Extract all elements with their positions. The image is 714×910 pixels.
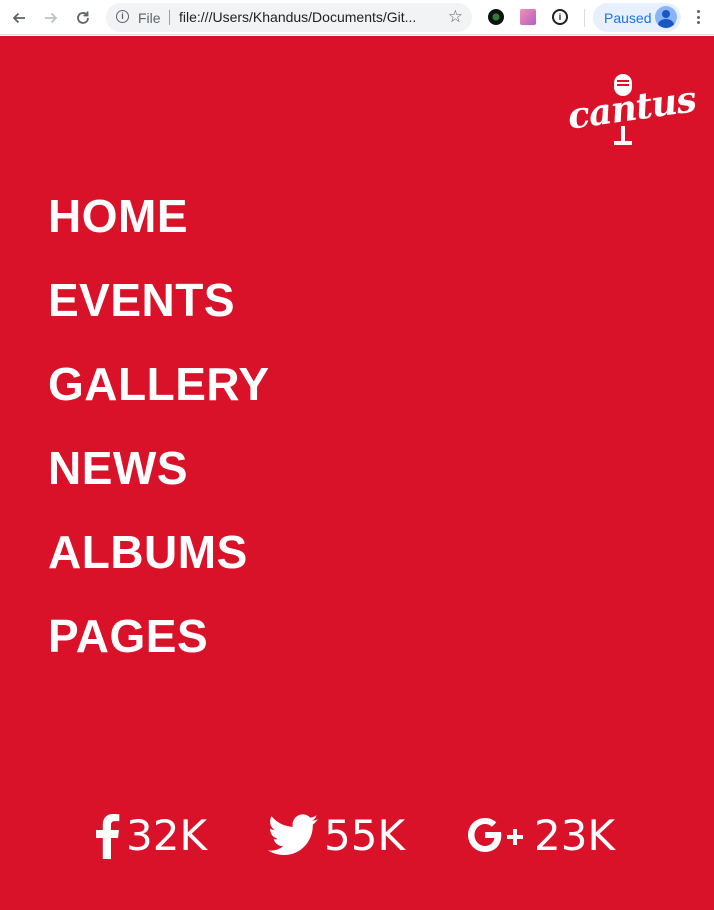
google-plus-icon	[468, 818, 523, 852]
logo-text: cantus	[565, 78, 699, 138]
menu-item-gallery[interactable]: GALLERY	[48, 356, 270, 440]
twitter-count: 55K	[324, 810, 405, 860]
address-bar[interactable]: i File file:///Users/Khandus/Documents/G…	[106, 3, 472, 32]
profile-status-label: Paused	[604, 10, 652, 26]
extension-camera-icon[interactable]	[488, 9, 504, 25]
menu-item-pages[interactable]: PAGES	[48, 608, 270, 692]
extension-info-icon[interactable]: i	[552, 9, 568, 25]
url-scheme-label: File	[138, 10, 161, 26]
omnibox-divider	[169, 10, 170, 25]
google-plus-link[interactable]: 23K	[466, 808, 615, 862]
back-arrow-icon[interactable]	[8, 7, 30, 29]
more-vert-icon[interactable]	[692, 7, 704, 27]
main-menu: HOME EVENTS GALLERY NEWS ALBUMS PAGES	[48, 188, 270, 692]
star-icon[interactable]: ☆	[448, 7, 463, 27]
browser-toolbar: i File file:///Users/Khandus/Documents/G…	[0, 0, 714, 35]
profile-paused-button[interactable]: Paused	[593, 3, 681, 32]
site-menu-panel: cantus HOME EVENTS GALLERY NEWS ALBUMS P…	[0, 36, 714, 910]
extension-gradient-icon[interactable]	[520, 9, 536, 25]
url-text[interactable]: file:///Users/Khandus/Documents/Git...	[179, 9, 416, 25]
avatar-icon	[655, 6, 677, 28]
forward-arrow-icon[interactable]	[40, 7, 62, 29]
facebook-count: 32K	[126, 810, 207, 860]
menu-item-news[interactable]: NEWS	[48, 440, 270, 524]
info-icon[interactable]: i	[116, 10, 129, 23]
toolbar-divider	[584, 9, 585, 27]
social-stats: 32K 55K 23K	[0, 808, 714, 862]
menu-item-albums[interactable]: ALBUMS	[48, 524, 270, 608]
twitter-icon	[268, 814, 318, 855]
reload-icon[interactable]	[72, 7, 94, 29]
menu-item-events[interactable]: EVENTS	[48, 272, 270, 356]
facebook-link[interactable]: 32K	[94, 808, 207, 862]
facebook-icon	[96, 814, 120, 859]
google-plus-count: 23K	[534, 810, 615, 860]
twitter-link[interactable]: 55K	[268, 808, 405, 862]
cantus-logo[interactable]: cantus	[565, 74, 698, 150]
menu-item-home[interactable]: HOME	[48, 188, 270, 272]
